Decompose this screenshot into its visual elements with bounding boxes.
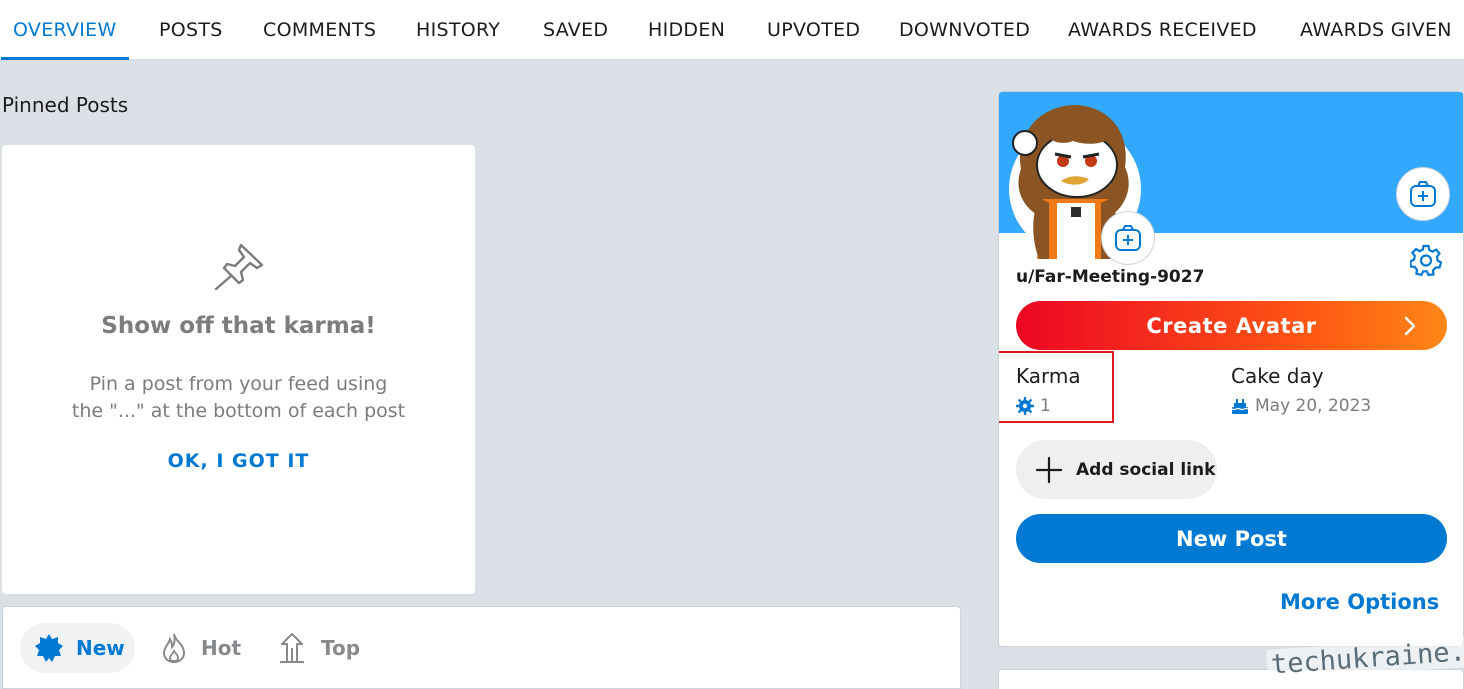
settings-gear-icon[interactable] — [1410, 244, 1442, 276]
add-image-icon — [1410, 181, 1436, 207]
karma-count: 1 — [1040, 396, 1051, 416]
cake-day-date: May 20, 2023 — [1255, 396, 1372, 416]
plus-icon — [1035, 456, 1063, 483]
profile-username: u/Far-Meeting-9027 — [1016, 267, 1205, 287]
more-options-link[interactable]: More Options — [1280, 590, 1439, 614]
tab-history[interactable]: HISTORY — [416, 0, 500, 60]
add-image-icon — [1115, 225, 1141, 251]
tab-upvoted[interactable]: UPVOTED — [767, 0, 860, 60]
tab-comments[interactable]: COMMENTS — [263, 0, 376, 60]
tab-overview[interactable]: OVERVIEW — [1, 0, 129, 60]
karma-icon — [1016, 397, 1034, 415]
new-post-button[interactable]: New Post — [1016, 514, 1447, 563]
sort-top-label: Top — [321, 636, 361, 660]
cake-icon — [1231, 399, 1249, 414]
karma-value: 1 — [1016, 396, 1051, 416]
add-social-link-label: Add social link — [1076, 459, 1216, 480]
flame-icon — [162, 633, 186, 664]
ok-got-it-button[interactable]: OK, I GOT IT — [2, 450, 475, 472]
sort-new-button[interactable]: New — [20, 623, 135, 673]
sort-new-label: New — [76, 636, 125, 660]
profile-tab-bar: OVERVIEW POSTS COMMENTS HISTORY SAVED HI… — [0, 0, 1464, 60]
banner-upload-button[interactable] — [1396, 167, 1450, 221]
sort-hot-button[interactable]: Hot — [159, 623, 259, 673]
cake-day-value: May 20, 2023 — [1231, 396, 1371, 416]
tab-awards-received[interactable]: AWARDS RECEIVED — [1068, 0, 1257, 60]
karma-label: Karma — [1016, 364, 1081, 388]
create-avatar-button[interactable]: Create Avatar — [1016, 301, 1447, 350]
sort-top-button[interactable]: Top — [278, 623, 378, 673]
tab-saved[interactable]: SAVED — [543, 0, 608, 60]
tab-downvoted[interactable]: DOWNVOTED — [899, 0, 1030, 60]
chevron-right-icon — [1404, 316, 1416, 336]
sort-hot-label: Hot — [201, 636, 242, 660]
pinned-posts-card: Show off that karma! Pin a post from you… — [2, 145, 475, 594]
create-avatar-label: Create Avatar — [1146, 313, 1317, 338]
pin-empty-heading: Show off that karma! — [101, 313, 376, 339]
profile-card: u/Far-Meeting-9027 Create Avatar Karma 1… — [998, 91, 1464, 647]
burst-icon — [35, 634, 63, 662]
pin-icon — [214, 243, 264, 291]
pinned-posts-title: Pinned Posts — [2, 93, 129, 117]
pin-empty-text-line2: the "..." at the bottom of each post — [71, 400, 406, 422]
tab-hidden[interactable]: HIDDEN — [648, 0, 725, 60]
cake-day-label: Cake day — [1231, 364, 1324, 388]
avatar-upload-button[interactable] — [1101, 211, 1155, 265]
sort-bar: New Hot Top — [2, 606, 961, 689]
top-chart-icon — [280, 633, 304, 663]
tab-posts[interactable]: POSTS — [159, 0, 223, 60]
pin-empty-text-line1: Pin a post from your feed using — [89, 373, 388, 395]
add-social-link-button[interactable]: Add social link — [1016, 440, 1217, 499]
tab-awards-given[interactable]: AWARDS GIVEN — [1300, 0, 1452, 60]
